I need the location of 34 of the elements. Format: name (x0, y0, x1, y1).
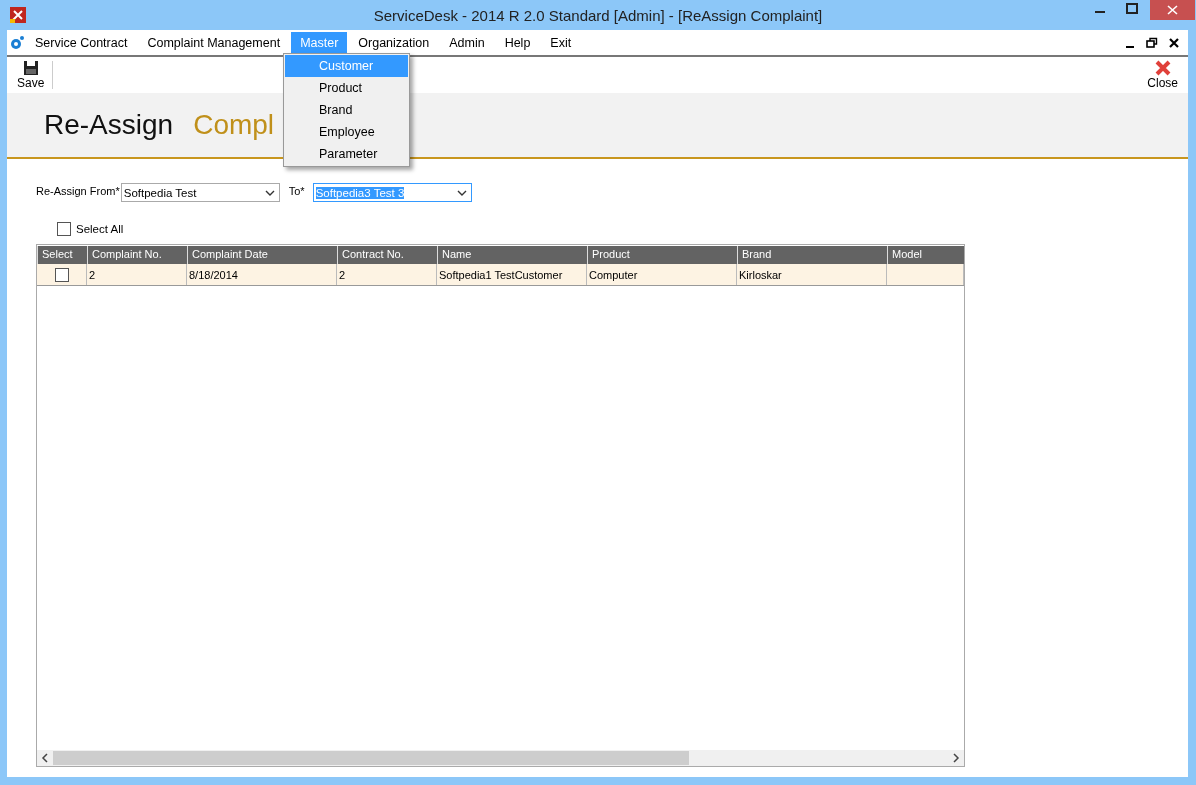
menu-option[interactable]: Brand (285, 99, 408, 121)
menu-option[interactable]: Parameter (285, 143, 408, 165)
menu-option[interactable]: Product (285, 77, 408, 99)
table-cell: 2 (337, 264, 437, 285)
field-label: Re-Assign From* (36, 185, 120, 197)
row-checkbox[interactable] (54, 267, 69, 282)
menu-item[interactable]: Organization (349, 31, 439, 54)
field-label: To* (288, 185, 305, 197)
table-cell: Computer (587, 264, 737, 285)
restore-icon[interactable] (1146, 36, 1158, 49)
menu-item[interactable]: Help (495, 31, 540, 54)
chevron-down-icon (456, 189, 467, 196)
menu-item[interactable]: Admin (440, 31, 494, 54)
menu-item[interactable]: Complaint Management (138, 31, 290, 54)
horizontal-scrollbar[interactable] (37, 750, 964, 766)
menu-option[interactable]: Employee (285, 121, 408, 143)
close-button[interactable]: Close (1141, 60, 1184, 90)
save-button[interactable]: Save (11, 60, 51, 90)
table-cell: Kirloskar (737, 264, 887, 285)
table-cell: Softpedia1 TestCustomer (437, 264, 587, 285)
table-cell: 8/18/2014 (187, 264, 337, 285)
tools-icon (10, 7, 26, 23)
page-title: Re-Assign (44, 109, 174, 141)
chevron-down-icon (264, 189, 275, 196)
menu-item[interactable]: Exit (541, 31, 581, 54)
page-subtitle: Compl (193, 109, 275, 141)
window-title: ServiceDesk - 2014 R 2.0 Standard [Admin] - [ReAssign Complaint] (373, 6, 823, 24)
menu-item[interactable]: Service Contract (26, 31, 137, 54)
from-dropdown[interactable]: Softpedia Test (120, 183, 280, 202)
select-all-checkbox[interactable]: Select All (57, 222, 1188, 236)
close-icon (1154, 60, 1171, 76)
table-cell: 2 (87, 264, 187, 285)
close-icon[interactable] (1168, 36, 1180, 49)
app-logo-icon (10, 35, 24, 50)
